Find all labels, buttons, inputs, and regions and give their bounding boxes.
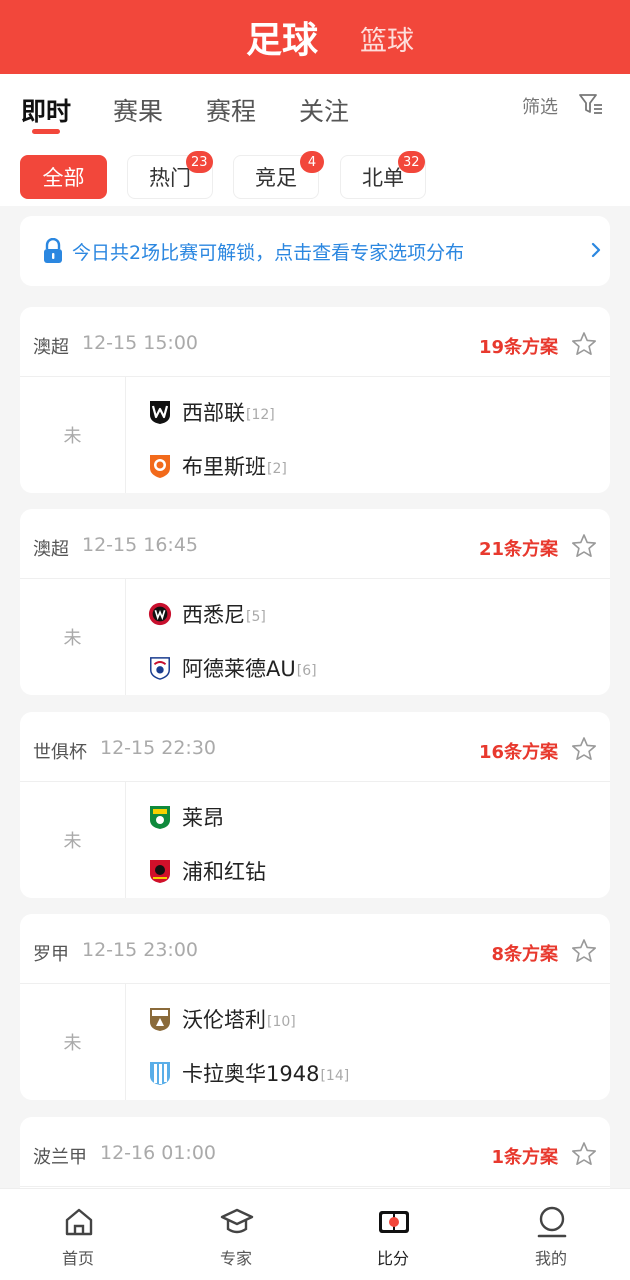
team-rank: [6] xyxy=(296,663,317,679)
bottom-navigation: 首页 专家 比分 我的 xyxy=(0,1188,630,1280)
star-icon[interactable] xyxy=(571,331,597,357)
star-icon[interactable] xyxy=(571,533,597,559)
banner-text: 今日共2场比赛可解锁，点击查看专家选项分布 xyxy=(72,242,465,264)
home-team: 西部联 [12] xyxy=(148,398,275,426)
nav-label: 专家 xyxy=(219,1249,252,1268)
team-name: 西悉尼 xyxy=(182,603,245,627)
league-name: 世俱杯 xyxy=(33,742,87,763)
profile-icon xyxy=(537,1206,567,1238)
league-name: 罗甲 xyxy=(33,944,69,965)
team-rank: [2] xyxy=(267,461,287,477)
chip-label: 北单 xyxy=(362,166,404,190)
match-status: 未 xyxy=(20,984,126,1100)
team-rank: [10] xyxy=(267,1014,296,1030)
western-united-logo xyxy=(150,401,170,424)
brisbane-roar-logo xyxy=(150,455,170,478)
team-name: 阿德莱德AU xyxy=(182,657,296,681)
voluntari-logo xyxy=(150,1008,170,1031)
away-team: 卡拉奥华1948 [14] xyxy=(148,1059,349,1087)
tab-live[interactable]: 即时 xyxy=(21,92,71,128)
filter-button[interactable]: 筛选 xyxy=(522,93,558,119)
away-team: 阿德莱德AU [6] xyxy=(148,654,317,682)
sport-switch-header: 足球 篮球 xyxy=(0,0,630,74)
chip-label: 全部 xyxy=(42,166,85,190)
craiova-1948-logo xyxy=(150,1062,170,1085)
match-time: 12-15 16:45 xyxy=(82,534,199,556)
match-card-header: 世俱杯 12-15 22:30 16条方案 xyxy=(20,712,610,782)
team-rank: [14] xyxy=(320,1068,350,1084)
match-status: 未 xyxy=(20,377,126,493)
match-card[interactable]: 罗甲 12-15 23:00 8条方案 未 沃伦塔利 [10] 卡拉奥华1948… xyxy=(20,914,610,1100)
filter-icon[interactable] xyxy=(578,92,604,116)
chip-all[interactable]: 全部 xyxy=(20,155,107,199)
urawa-reds-logo xyxy=(150,860,170,883)
home-team: 莱昂 xyxy=(148,803,225,831)
match-time: 12-15 15:00 xyxy=(82,332,199,354)
star-icon[interactable] xyxy=(571,736,597,762)
chip-label: 竞足 xyxy=(255,166,297,190)
team-name: 西部联 xyxy=(182,401,245,425)
team-rank: [5] xyxy=(246,609,266,625)
match-time: 12-15 22:30 xyxy=(100,737,217,759)
tab-basketball[interactable]: 篮球 xyxy=(360,19,414,58)
plans-count: 21条方案 xyxy=(478,539,558,560)
tab-following[interactable]: 关注 xyxy=(299,92,349,128)
home-icon xyxy=(65,1208,93,1236)
western-sydney-logo xyxy=(148,602,172,626)
match-card-header: 罗甲 12-15 23:00 8条方案 xyxy=(20,914,610,984)
league-name: 澳超 xyxy=(33,539,69,560)
team-name: 沃伦塔利 xyxy=(182,1008,266,1032)
match-time: 12-15 23:00 xyxy=(82,939,199,961)
league-name: 澳超 xyxy=(33,337,69,358)
star-icon[interactable] xyxy=(571,1141,597,1167)
tab-schedule[interactable]: 赛程 xyxy=(206,92,256,128)
away-team: 布里斯班 [2] xyxy=(148,452,287,480)
expert-cap-icon xyxy=(220,1208,254,1234)
team-name: 布里斯班 xyxy=(182,455,266,479)
match-card[interactable]: 世俱杯 12-15 22:30 16条方案 未 莱昂 浦和红钻 xyxy=(20,712,610,898)
nav-profile[interactable]: 我的 xyxy=(506,1189,596,1280)
team-name: 莱昂 xyxy=(182,806,224,830)
leon-logo xyxy=(150,806,170,829)
nav-home[interactable]: 首页 xyxy=(33,1189,123,1280)
team-rank: [12] xyxy=(246,407,275,423)
league-name: 波兰甲 xyxy=(33,1147,87,1168)
match-status: 未 xyxy=(20,782,126,898)
chevron-right-icon xyxy=(591,242,601,258)
lock-icon xyxy=(44,238,62,263)
home-team: 西悉尼 [5] xyxy=(148,600,266,628)
adelaide-united-logo xyxy=(150,657,170,680)
nav-experts[interactable]: 专家 xyxy=(191,1189,281,1280)
away-team: 浦和红钻 xyxy=(148,857,267,885)
plans-count: 8条方案 xyxy=(491,944,558,965)
match-card-header: 波兰甲 12-16 01:00 1条方案 xyxy=(20,1117,610,1187)
nav-scores[interactable]: 比分 xyxy=(348,1189,438,1280)
match-time: 12-16 01:00 xyxy=(100,1142,217,1164)
match-card-header: 澳超 12-15 16:45 21条方案 xyxy=(20,509,610,579)
match-card[interactable]: 澳超 12-15 15:00 19条方案 未 西部联 [12] 布里斯班 [2] xyxy=(20,307,610,493)
plans-count: 16条方案 xyxy=(478,742,558,763)
nav-label: 我的 xyxy=(534,1249,567,1268)
team-name: 卡拉奥华1948 xyxy=(182,1062,320,1086)
chip-badge: 23 xyxy=(186,151,213,173)
match-card-header: 澳超 12-15 15:00 19条方案 xyxy=(20,307,610,377)
plans-count: 19条方案 xyxy=(478,337,558,358)
chip-label: 热门 xyxy=(149,166,191,190)
unlock-banner[interactable]: 今日共2场比赛可解锁，点击查看专家选项分布 xyxy=(20,216,610,286)
star-icon[interactable] xyxy=(571,938,597,964)
active-tab-indicator xyxy=(32,129,60,134)
match-status: 未 xyxy=(20,579,126,695)
match-card[interactable]: 澳超 12-15 16:45 21条方案 未 西悉尼 [5] 阿德莱德AU [6… xyxy=(20,509,610,695)
team-name: 浦和红钻 xyxy=(182,860,266,884)
plans-count: 1条方案 xyxy=(491,1147,558,1168)
tab-football[interactable]: 足球 xyxy=(246,11,318,63)
nav-label: 比分 xyxy=(376,1249,409,1268)
chip-badge: 4 xyxy=(300,151,324,173)
score-board-icon xyxy=(379,1211,409,1233)
tab-results[interactable]: 赛果 xyxy=(113,92,163,128)
home-team: 沃伦塔利 [10] xyxy=(148,1005,296,1033)
nav-label: 首页 xyxy=(61,1249,94,1268)
chip-badge: 32 xyxy=(398,151,425,173)
